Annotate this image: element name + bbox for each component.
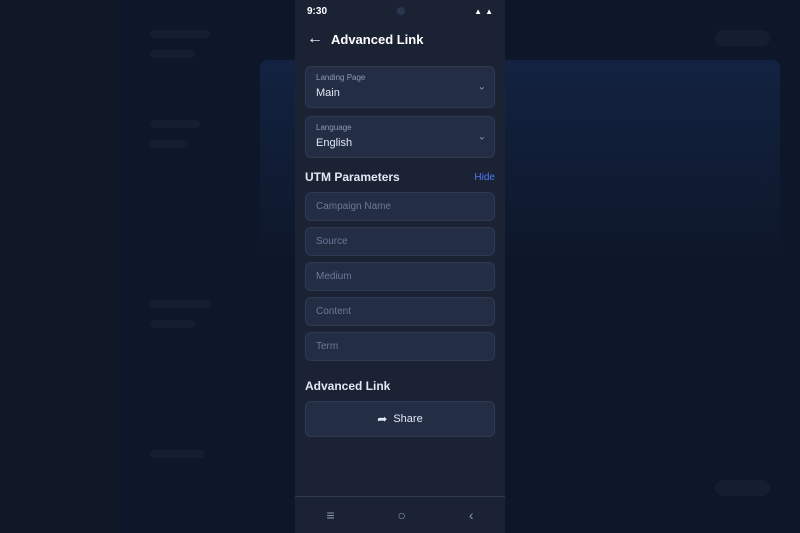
phone-content[interactable]: Landing Page Main ⌄ Language English ⌄ U…	[295, 56, 505, 496]
campaign-name-input[interactable]	[305, 192, 495, 221]
back-button[interactable]: ←	[307, 30, 323, 48]
phone-header: ← Advanced Link	[295, 22, 505, 56]
bg-item-6	[150, 320, 195, 328]
bg-item-5	[150, 300, 210, 308]
landing-page-group: Landing Page Main ⌄	[305, 66, 495, 108]
bg-button-1	[715, 30, 770, 46]
source-input[interactable]	[305, 227, 495, 256]
bg-sidebar	[0, 0, 120, 533]
utm-hide-button[interactable]: Hide	[474, 172, 495, 183]
status-icons: ▲ ▲	[474, 7, 493, 16]
phone-overlay: 9:30 ▲ ▲ ← Advanced Link Landing Page Ma…	[295, 0, 505, 533]
share-button[interactable]: ➦ Share	[305, 401, 495, 437]
language-value: English	[316, 137, 352, 149]
utm-header: UTM Parameters Hide	[305, 170, 495, 184]
status-time: 9:30	[307, 6, 327, 17]
bg-item-2	[150, 50, 195, 58]
landing-page-arrow: ⌄	[478, 82, 486, 93]
landing-page-value: Main	[316, 87, 340, 99]
landing-page-dropdown[interactable]: Landing Page Main ⌄	[305, 66, 495, 108]
bg-item-1	[150, 30, 210, 38]
back-nav-icon[interactable]: ‹	[469, 507, 474, 523]
page-title: Advanced Link	[331, 32, 423, 47]
home-nav-icon[interactable]: ○	[398, 507, 406, 523]
bg-item-7	[150, 450, 205, 458]
share-label: Share	[393, 413, 422, 425]
language-group: Language English ⌄	[305, 116, 495, 158]
advanced-link-section: Advanced Link ➦ Share	[305, 379, 495, 437]
wifi-icon: ▲	[474, 7, 482, 16]
camera-indicator	[397, 7, 405, 15]
menu-nav-icon[interactable]: ≡	[326, 507, 334, 523]
share-icon: ➦	[377, 412, 387, 426]
term-input[interactable]	[305, 332, 495, 361]
bottom-nav: ≡ ○ ‹	[295, 496, 505, 533]
status-bar: 9:30 ▲ ▲	[295, 0, 505, 22]
language-label: Language	[316, 123, 484, 132]
medium-input[interactable]	[305, 262, 495, 291]
bg-button-2	[715, 480, 770, 496]
landing-page-label: Landing Page	[316, 73, 484, 82]
bg-item-4	[150, 140, 188, 148]
utm-title: UTM Parameters	[305, 170, 400, 184]
content-input[interactable]	[305, 297, 495, 326]
language-dropdown[interactable]: Language English ⌄	[305, 116, 495, 158]
advanced-link-title: Advanced Link	[305, 379, 495, 393]
signal-icon: ▲	[485, 7, 493, 16]
language-arrow: ⌄	[478, 132, 486, 143]
bg-item-3	[150, 120, 200, 128]
